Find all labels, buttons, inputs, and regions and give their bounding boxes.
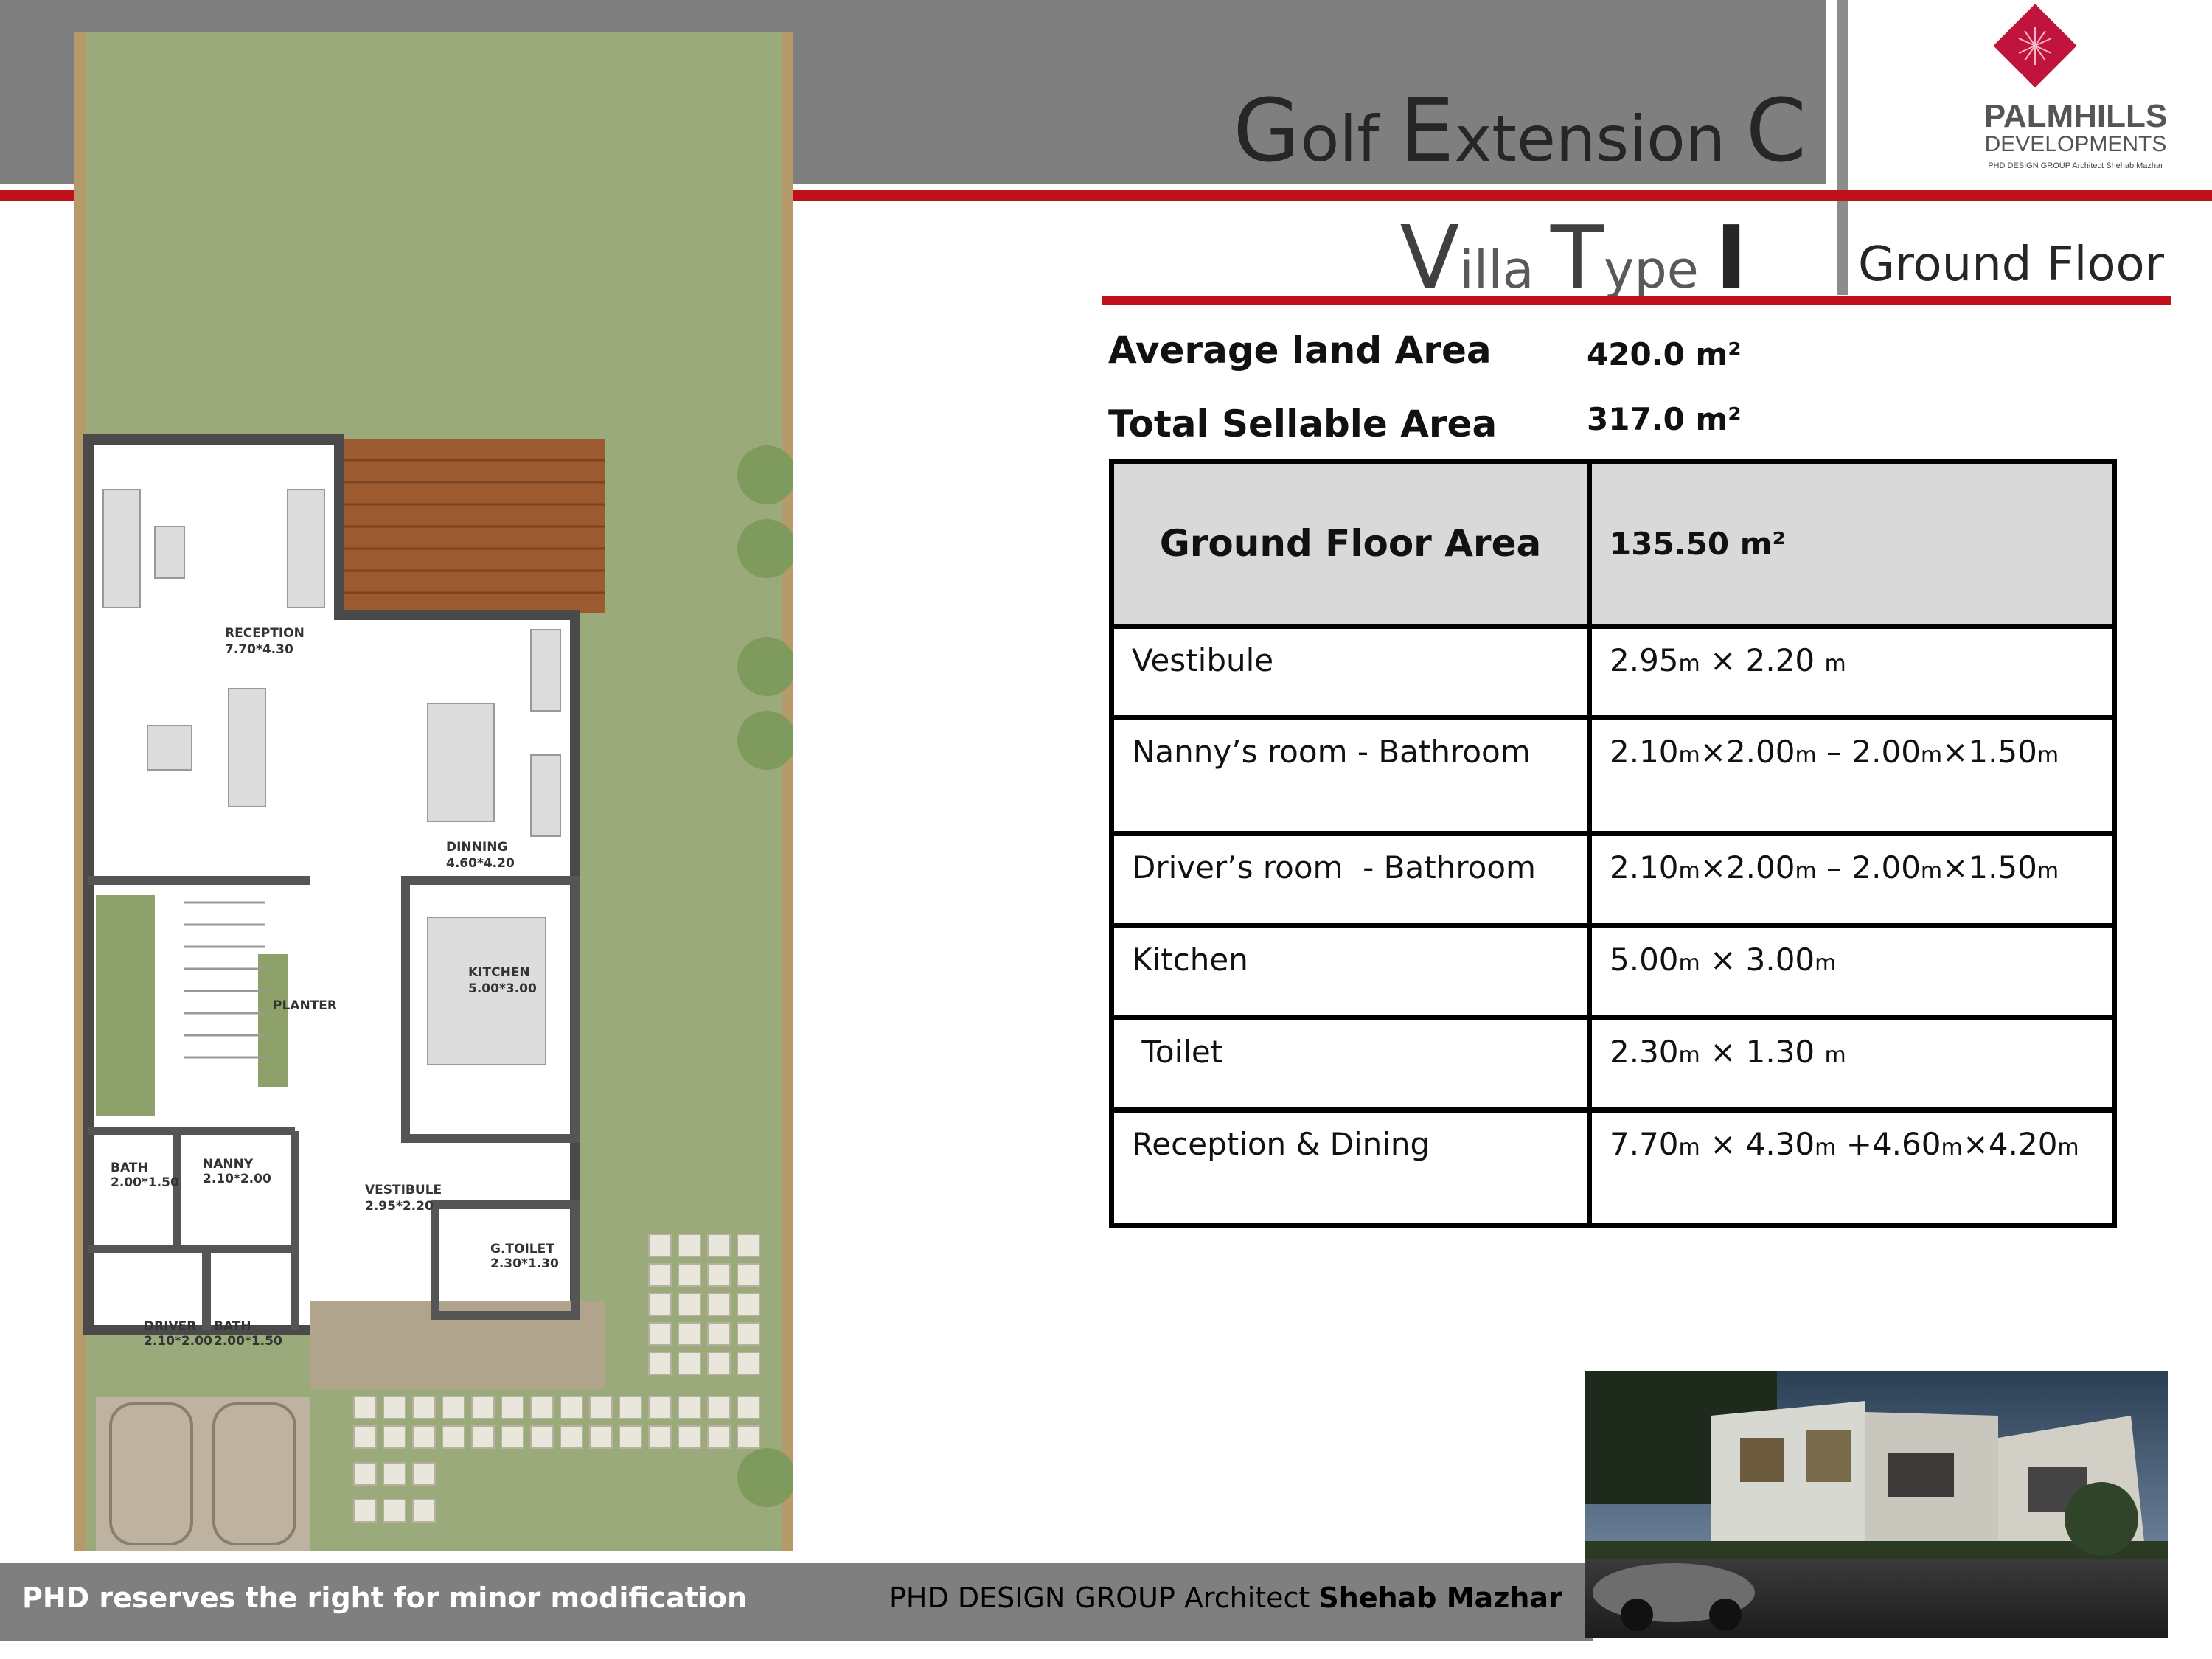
boundary-strip-right: [782, 32, 793, 1551]
plan-label-gtoilet: G.TOILET: [490, 1242, 554, 1256]
plan-label-vestibule-size: 2.95*2.20: [365, 1199, 434, 1214]
plan-label-driver: DRIVER: [144, 1319, 196, 1334]
sellable-area-value: 317.0 m²: [1587, 401, 1742, 437]
table-header-row: Ground Floor Area 135.50 m²: [1109, 459, 2117, 629]
room-size-cell: 2.95m × 2.20 m: [1587, 623, 2117, 721]
room-areas-table: Ground Floor Area 135.50 m² Vestibule 2.9…: [1109, 459, 2117, 1229]
plan-label-nanny-size: 2.10*2.00: [203, 1172, 271, 1186]
villa-type-heading: Villa Type I: [1399, 206, 1747, 308]
ground-floor-area-label: Ground Floor Area: [1109, 459, 1592, 629]
plan-label-bath2: BATH: [214, 1319, 251, 1334]
plan-label-bath1-size: 2.00*1.50: [111, 1175, 179, 1190]
logo-brand-line2: DEVELOPMENTS: [1985, 132, 2167, 156]
plan-label-nanny: NANNY: [203, 1157, 254, 1172]
page-title: Golf Extension C: [1233, 80, 1806, 181]
table-row: Driver’s room - Bathroom 2.10m×2.00m – 2.…: [1109, 831, 2117, 929]
room-name-cell: Reception & Dining: [1109, 1107, 1592, 1229]
table-row: Vestibule 2.95m × 2.20 m: [1109, 623, 2117, 721]
room-size-cell: 2.10m×2.00m – 2.00m×1.50m: [1587, 715, 2117, 837]
plan-label-vestibule: VESTIBULE: [365, 1183, 442, 1197]
villa-rendering-image: [1585, 1371, 2168, 1638]
plan-label-dinning-size: 4.60*4.20: [446, 856, 515, 871]
footer-disclaimer: PHD reserves the right for minor modific…: [22, 1582, 748, 1614]
plan-label-reception-size: 7.70*4.30: [225, 642, 293, 657]
palmhills-logo: PALMHILLS DEVELOPMENTS PHD DESIGN GROUP …: [1984, 4, 2168, 170]
ground-floor-plan: RECEPTION 7.70*4.30 DINNING 4.60*4.20 KI…: [74, 32, 796, 1551]
plan-label-kitchen: KITCHEN: [468, 965, 530, 980]
plan-label-kitchen-size: 5.00*3.00: [468, 981, 537, 996]
logo-panel: PALMHILLS DEVELOPMENTS PHD DESIGN GROUP …: [1851, 0, 2212, 190]
table-row: Toilet 2.30m × 1.30 m: [1109, 1015, 2117, 1113]
ground-floor-area-value: 135.50 m²: [1587, 459, 2117, 629]
floor-label: Ground Floor: [1858, 237, 2164, 292]
plan-label-bath1: BATH: [111, 1161, 148, 1175]
footer-credit: PHD DESIGN GROUP Architect Shehab Mazhar: [889, 1582, 1562, 1614]
land-area-label: Average land Area: [1108, 329, 1492, 372]
plan-label-driver-size: 2.10*2.00: [144, 1334, 212, 1349]
room-size-cell: 2.10m×2.00m – 2.00m×1.50m: [1587, 831, 2117, 929]
room-size-cell: 2.30m × 1.30 m: [1587, 1015, 2117, 1113]
room-name-cell: Driver’s room - Bathroom: [1109, 831, 1592, 929]
room-name-cell: Vestibule: [1109, 623, 1592, 721]
plan-label-bath2-size: 2.00*1.50: [214, 1334, 282, 1349]
plan-label-reception: RECEPTION: [225, 626, 305, 641]
subtitle-red-rule: [1102, 296, 2171, 305]
room-size-cell: 7.70m × 4.30m +4.60m×4.20m: [1587, 1107, 2117, 1229]
logo-brand-line1: PALMHILLS: [1984, 98, 2168, 134]
room-size-cell: 5.00m × 3.00m: [1587, 923, 2117, 1021]
room-name-cell: Kitchen: [1109, 923, 1592, 1021]
table-row: Kitchen 5.00m × 3.00m: [1109, 923, 2117, 1021]
room-name-cell: Toilet: [1109, 1015, 1592, 1113]
land-area-value: 420.0 m²: [1587, 336, 1742, 372]
plan-label-gtoilet-size: 2.30*1.30: [490, 1256, 559, 1271]
table-row: Reception & Dining 7.70m × 4.30m +4.60m×4…: [1109, 1107, 2117, 1229]
vertical-divider: [1837, 0, 1848, 295]
table-row: Nanny’s room - Bathroom 2.10m×2.00m – 2.0…: [1109, 715, 2117, 837]
sellable-area-label: Total Sellable Area: [1108, 403, 1498, 445]
room-name-cell: Nanny’s room - Bathroom: [1109, 715, 1592, 837]
plan-label-dinning: DINNING: [446, 840, 507, 855]
logo-tagline: PHD DESIGN GROUP Architect Shehab Mazhar: [1988, 161, 2163, 170]
plan-label-planter: PLANTER: [273, 998, 337, 1013]
